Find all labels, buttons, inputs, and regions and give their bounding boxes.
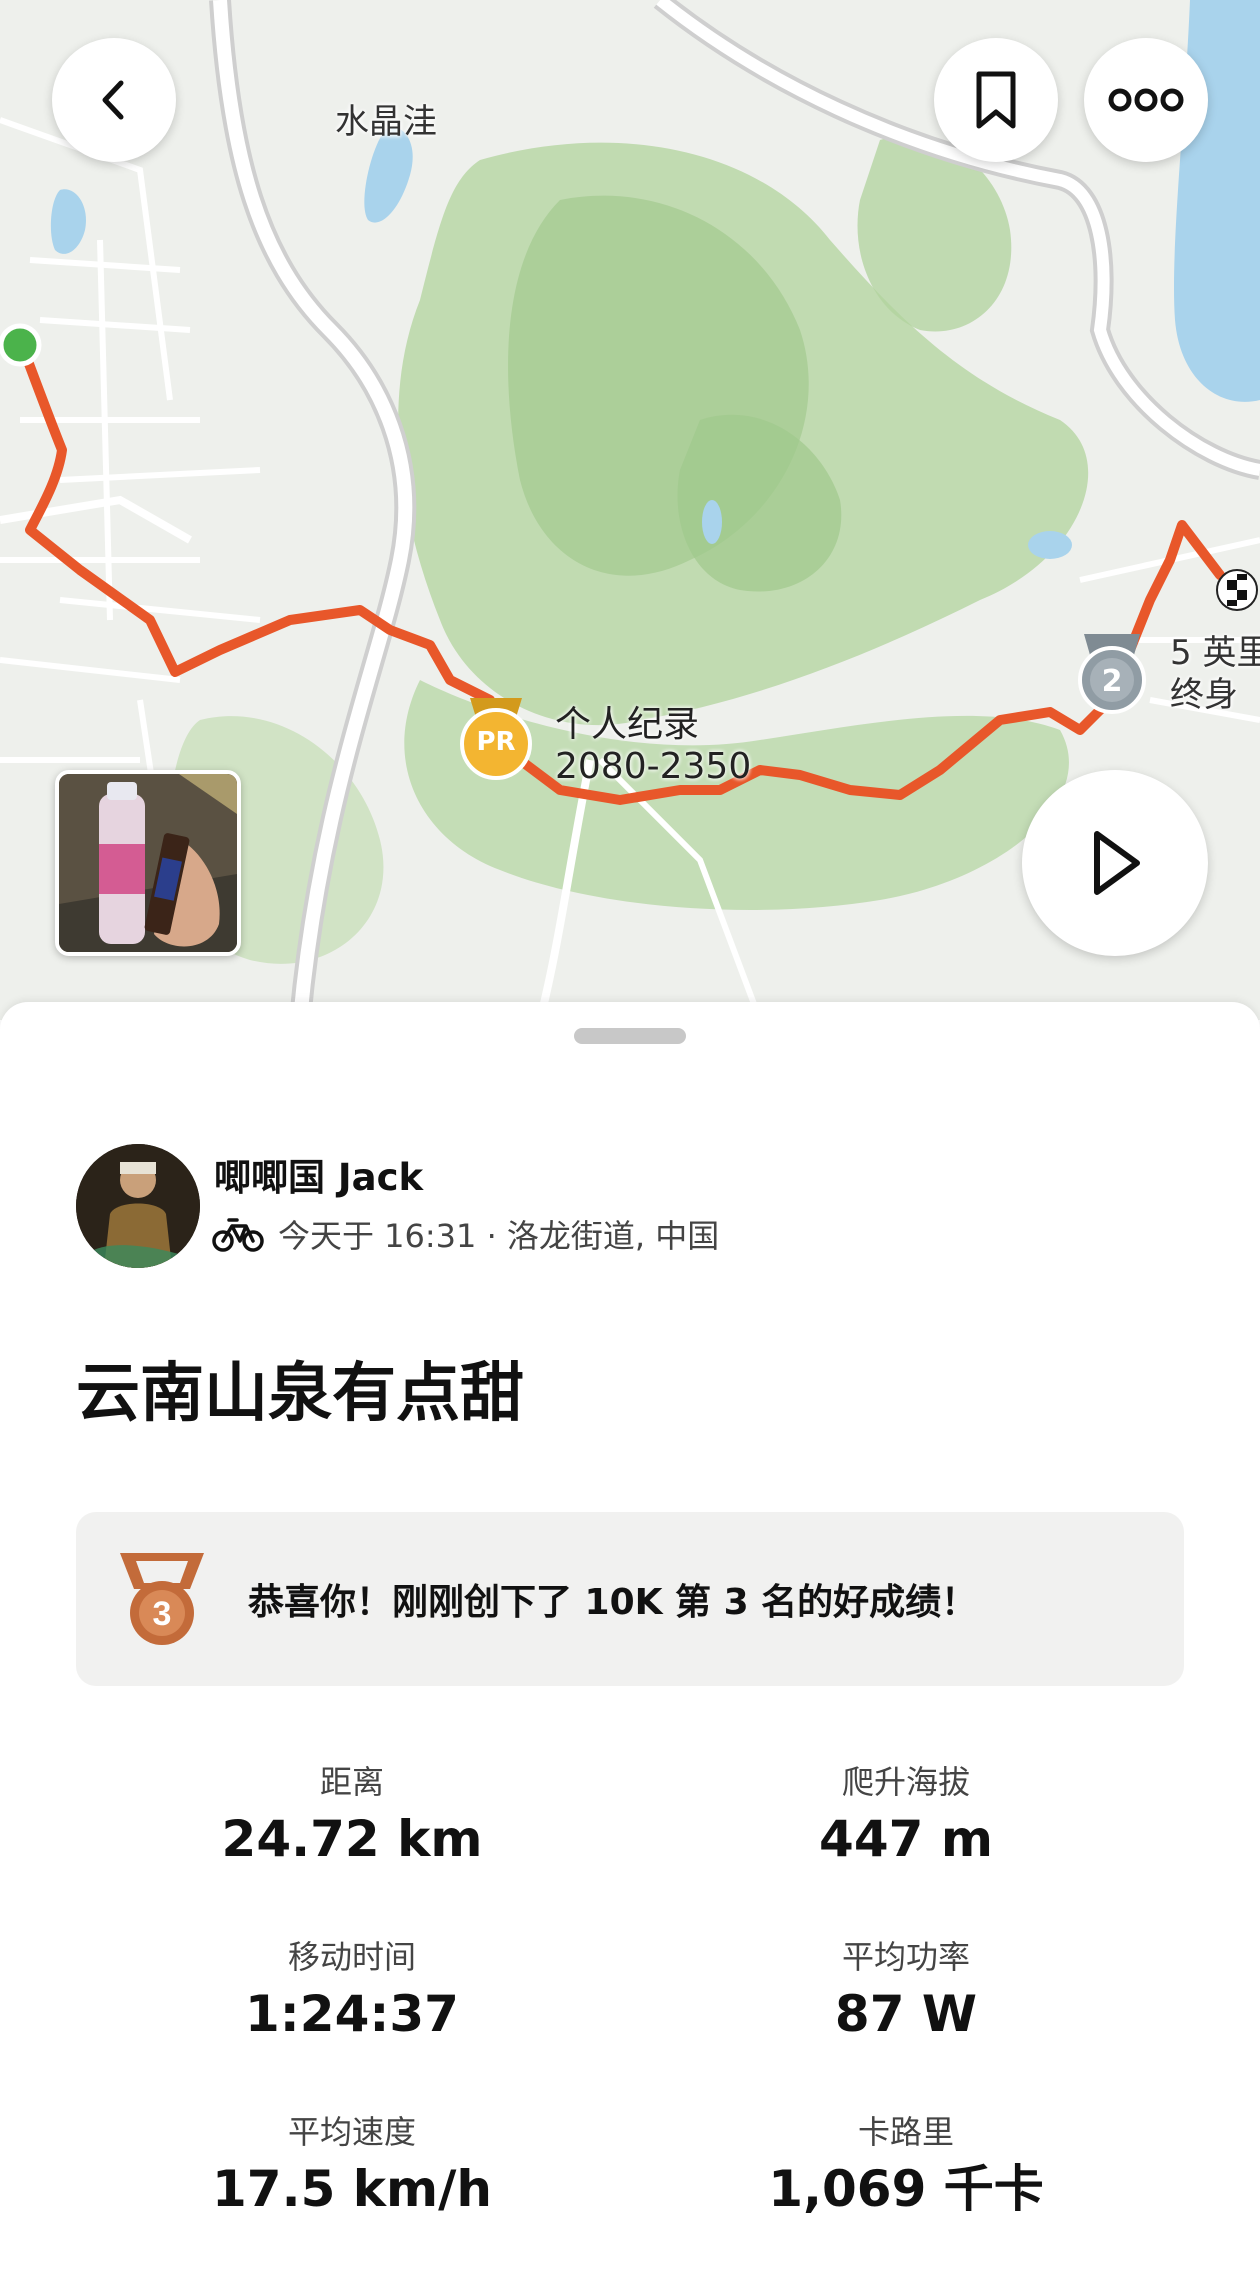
activity-time-location: 今天于 16:31 · 洛龙街道, 中国	[278, 1217, 720, 1255]
achievement-message: 恭喜你！刚刚创下了 10K 第 3 名的好成绩！	[248, 1582, 978, 1623]
stat-avg-power: 平均功率 87 W	[656, 1937, 1156, 2045]
back-button[interactable]	[52, 38, 176, 162]
pr-label-title: 个人纪录	[555, 704, 700, 745]
pr-marker-text: PR	[476, 727, 516, 757]
stat-value: 24.72 km	[221, 1810, 483, 1868]
stat-label: 距离	[319, 1763, 384, 1801]
activity-title: 云南山泉有点甜	[76, 1357, 524, 1431]
bike-icon	[212, 1218, 264, 1252]
bookmark-button[interactable]	[934, 38, 1058, 162]
pr-marker[interactable]: PR	[458, 690, 534, 786]
map-place-label: 水晶洼	[335, 102, 437, 142]
route-map[interactable]: 水晶洼 PR 个人纪录 2080-2350 2 5 英里 终身	[0, 0, 1260, 1020]
more-horizontal-icon	[1108, 88, 1184, 112]
sheet-drag-handle[interactable]	[574, 1028, 686, 1044]
more-options-button[interactable]	[1084, 38, 1208, 162]
stat-label: 平均功率	[841, 1938, 970, 1976]
activity-detail-sheet: 唧唧国 Jack 今天于 16:31 · 洛龙街道, 中国 云南山泉有点甜 3 …	[0, 1002, 1260, 2295]
stat-value: 1:24:37	[245, 1985, 459, 2043]
segment-label: 5 英里 终身	[1170, 632, 1260, 716]
achievement-medal-number: 3	[153, 1595, 172, 1633]
stat-value: 447 m	[819, 1810, 993, 1868]
segment-medal-number: 2	[1101, 664, 1123, 699]
stat-elevation-gain: 爬升海拔 447 m	[656, 1762, 1156, 1870]
stat-distance: 距离 24.72 km	[102, 1762, 602, 1870]
stat-value: 87 W	[834, 1985, 978, 2043]
chevron-left-icon	[102, 80, 124, 120]
segment-label-lifetime: 终身	[1170, 675, 1238, 715]
activity-meta: 今天于 16:31 · 洛龙街道, 中国	[212, 1212, 719, 1256]
segment-medal-2[interactable]: 2	[1074, 628, 1150, 720]
avatar[interactable]	[76, 1144, 200, 1268]
stat-label: 爬升海拔	[841, 1763, 970, 1801]
stat-label: 平均速度	[287, 2113, 416, 2151]
activity-photo-thumbnail[interactable]	[55, 770, 241, 956]
pr-label-range: 2080-2350	[555, 746, 752, 787]
pr-label: 个人纪录 2080-2350	[555, 704, 751, 788]
segment-label-distance: 5 英里	[1170, 633, 1260, 673]
bronze-medal-icon: 3	[120, 1553, 204, 1645]
avatar-image	[76, 1144, 200, 1268]
stat-avg-speed: 平均速度 17.5 km/h	[102, 2112, 602, 2220]
stat-calories: 卡路里 1,069 千卡	[656, 2112, 1156, 2220]
stat-value: 1,069 千卡	[768, 2160, 1044, 2218]
stat-label: 卡路里	[857, 2113, 954, 2151]
stat-value: 17.5 km/h	[212, 2160, 492, 2218]
bookmark-icon	[976, 71, 1016, 129]
play-flyover-button[interactable]	[1022, 770, 1208, 956]
photo-image	[59, 774, 237, 952]
play-icon	[1094, 831, 1140, 895]
athlete-name[interactable]: 唧唧国 Jack	[214, 1147, 423, 1201]
stat-label: 移动时间	[287, 1938, 416, 1976]
stat-moving-time: 移动时间 1:24:37	[102, 1937, 602, 2045]
achievement-banner[interactable]: 3 恭喜你！刚刚创下了 10K 第 3 名的好成绩！	[76, 1512, 1184, 1686]
